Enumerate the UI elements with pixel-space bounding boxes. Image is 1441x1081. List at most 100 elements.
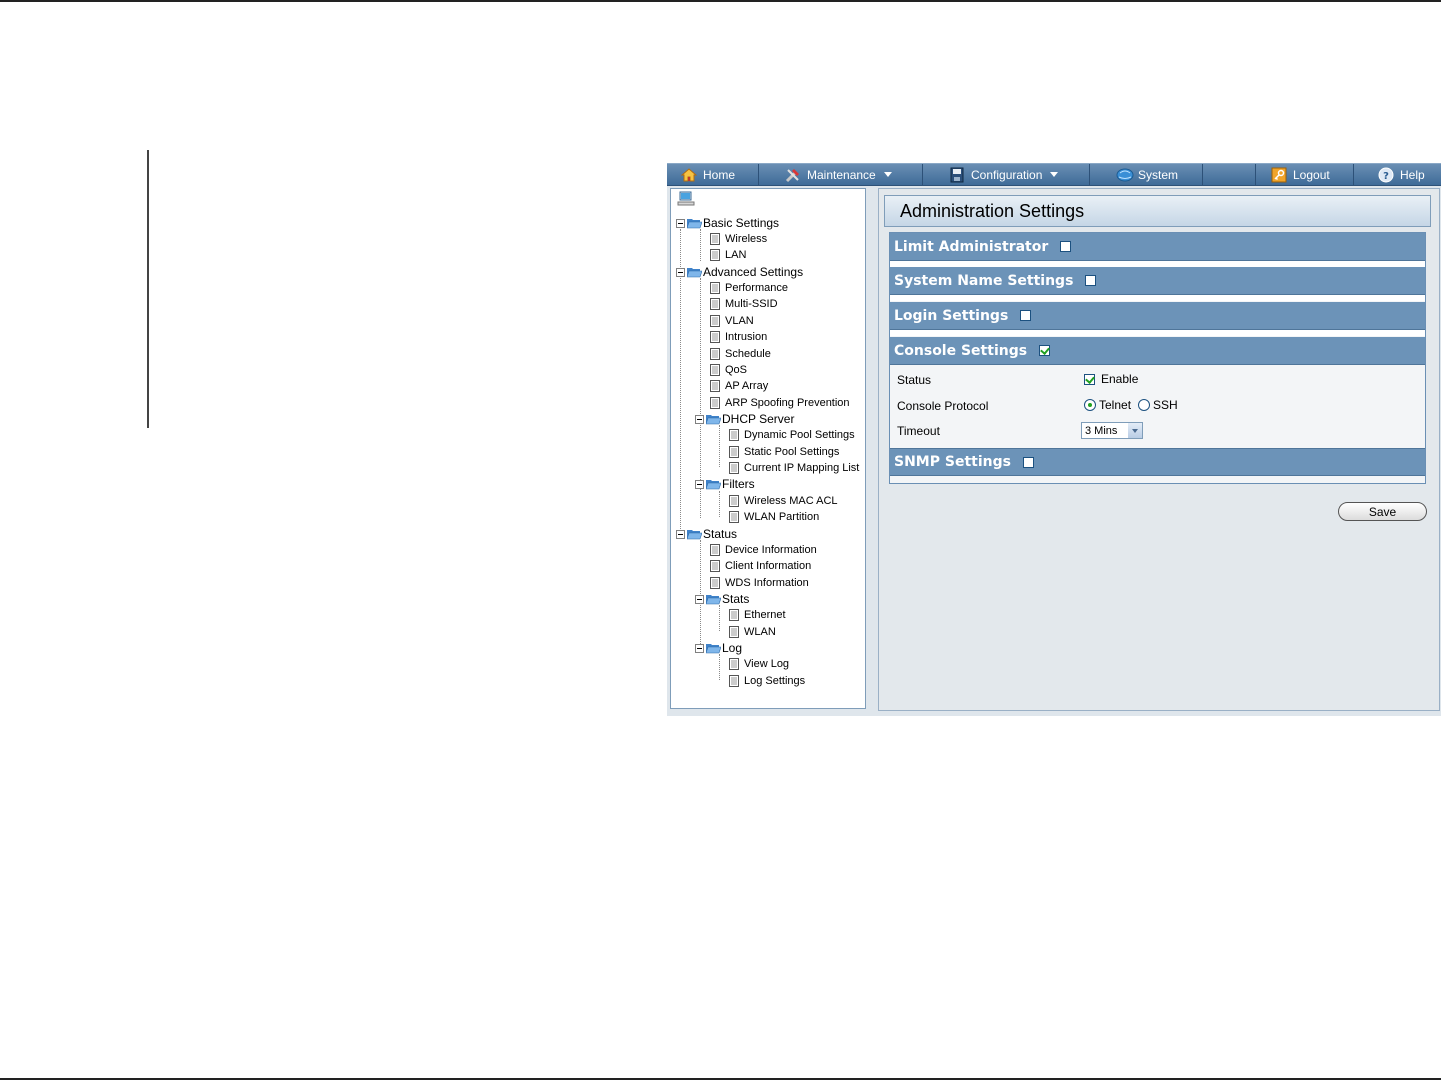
collapse-icon[interactable]: [695, 594, 704, 604]
tree-item-wireless[interactable]: Wireless: [710, 231, 767, 247]
tree-item-wlan-partition[interactable]: WLAN Partition: [729, 509, 819, 525]
page-icon: [710, 364, 720, 376]
menu-system[interactable]: System: [1090, 164, 1203, 185]
tree-root[interactable]: [677, 191, 695, 208]
tree-label: AP Array: [725, 380, 769, 392]
console-status-control: Enable: [1084, 372, 1138, 386]
tree-label: Multi-SSID: [725, 298, 778, 310]
tree-label: Schedule: [725, 348, 771, 360]
tree-label: Stats: [722, 592, 750, 606]
tree-folder-log[interactable]: Log: [695, 640, 742, 656]
console-settings-checkbox[interactable]: [1039, 345, 1051, 356]
tree-label: Wireless MAC ACL: [744, 495, 838, 507]
page-icon: [710, 544, 720, 556]
limit-administrator-checkbox[interactable]: [1060, 241, 1072, 252]
menu-help[interactable]: ? Help: [1354, 164, 1441, 185]
menu-maintenance-label: Maintenance: [807, 167, 876, 182]
page-icon: [729, 429, 739, 441]
page-icon: [729, 446, 739, 458]
page-icon: [729, 626, 739, 638]
tree-item-intrusion[interactable]: Intrusion: [710, 329, 767, 345]
open-folder-icon: [705, 593, 722, 605]
open-folder-icon: [686, 217, 703, 229]
tree-label: Device Information: [725, 544, 817, 556]
page-icon: [710, 315, 720, 327]
svg-text:?: ?: [1383, 171, 1389, 182]
tree-item-wireless-mac-acl[interactable]: Wireless MAC ACL: [729, 493, 838, 509]
section-title: System Name Settings: [894, 272, 1074, 289]
configuration-disk-icon: [949, 167, 965, 183]
help-icon: ?: [1378, 167, 1394, 183]
telnet-radio[interactable]: [1084, 399, 1096, 411]
collapse-icon[interactable]: [676, 218, 685, 228]
save-button[interactable]: Save: [1338, 502, 1427, 521]
tree-label: LAN: [725, 249, 747, 261]
collapse-icon[interactable]: [676, 529, 685, 539]
section-login-settings[interactable]: Login Settings: [890, 302, 1425, 330]
tree-folder-status[interactable]: Status: [676, 526, 737, 542]
tree-label: Performance: [725, 282, 788, 294]
page-icon: [729, 462, 739, 474]
tree-label: Static Pool Settings: [744, 446, 840, 458]
section-snmp-settings[interactable]: SNMP Settings: [890, 448, 1425, 476]
section-console-settings[interactable]: Console Settings: [890, 337, 1425, 365]
section-title: SNMP Settings: [894, 454, 1011, 470]
page-icon: [729, 511, 739, 523]
section-limit-administrator[interactable]: Limit Administrator: [890, 233, 1425, 261]
menu-home[interactable]: Home: [667, 164, 759, 185]
content-area: Administration Settings Limit Administra…: [878, 188, 1440, 711]
timeout-select[interactable]: 3 Mins: [1081, 422, 1143, 439]
tree-label: WLAN Partition: [744, 511, 820, 523]
system-name-settings-checkbox[interactable]: [1085, 275, 1097, 286]
tree-item-wlan[interactable]: WLAN: [729, 624, 776, 640]
open-folder-icon: [686, 266, 703, 278]
collapse-icon[interactable]: [695, 414, 704, 424]
tree-item-multi-ssid[interactable]: Multi-SSID: [710, 296, 778, 312]
section-title: Limit Administrator: [894, 238, 1049, 255]
tree-folder-advanced-settings[interactable]: Advanced Settings: [676, 264, 803, 280]
login-settings-checkbox[interactable]: [1020, 310, 1032, 321]
tree-item-client-information[interactable]: Client Information: [710, 558, 811, 574]
tree-folder-filters[interactable]: Filters: [695, 476, 755, 492]
tree-item-dynamic-pool[interactable]: Dynamic Pool Settings: [729, 427, 855, 443]
tree-folder-stats[interactable]: Stats: [695, 591, 749, 607]
tree-item-wds-information[interactable]: WDS Information: [710, 575, 809, 591]
tree-label: Intrusion: [725, 331, 768, 343]
tree-item-static-pool[interactable]: Static Pool Settings: [729, 444, 839, 460]
tree-item-schedule[interactable]: Schedule: [710, 346, 771, 362]
tree-label: Basic Settings: [703, 216, 780, 230]
tree-label: Filters: [722, 477, 755, 491]
collapse-icon[interactable]: [676, 267, 685, 277]
ssh-radio[interactable]: [1138, 399, 1151, 411]
collapse-icon[interactable]: [695, 643, 704, 653]
tree-item-arp-spoofing[interactable]: ARP Spoofing Prevention: [710, 395, 850, 411]
tree-label: Client Information: [725, 560, 812, 572]
tree-item-qos[interactable]: QoS: [710, 362, 747, 378]
timeout-select-value: 3 Mins: [1085, 424, 1118, 437]
snmp-settings-checkbox[interactable]: [1022, 456, 1034, 468]
tree-item-ip-mapping[interactable]: Current IP Mapping List: [729, 460, 859, 476]
console-status-enable-checkbox[interactable]: [1084, 373, 1095, 385]
page-icon: [710, 577, 720, 589]
tree-item-view-log[interactable]: View Log: [729, 656, 789, 672]
tree-item-vlan[interactable]: VLAN: [710, 313, 754, 329]
tree-item-lan[interactable]: LAN: [710, 247, 746, 263]
navigation-tree: Basic Settings Wireless LAN Advanced Set…: [670, 188, 866, 709]
console-protocol-control: Telnet SSH: [1084, 398, 1178, 412]
open-folder-icon: [686, 528, 703, 540]
tree-item-ap-array[interactable]: AP Array: [710, 378, 768, 394]
menu-logout[interactable]: Logout: [1256, 164, 1354, 185]
page-icon: [710, 249, 720, 261]
page-icon: [710, 348, 720, 360]
menu-configuration[interactable]: Configuration: [923, 164, 1090, 185]
tree-item-ethernet[interactable]: Ethernet: [729, 607, 786, 623]
page-icon: [729, 495, 739, 507]
collapse-icon[interactable]: [695, 479, 704, 489]
menu-maintenance[interactable]: Maintenance: [759, 164, 923, 185]
section-system-name-settings[interactable]: System Name Settings: [890, 267, 1425, 295]
tree-folder-basic-settings[interactable]: Basic Settings: [676, 215, 779, 231]
tree-item-device-information[interactable]: Device Information: [710, 542, 817, 558]
tree-item-performance[interactable]: Performance: [710, 280, 788, 296]
tree-item-log-settings[interactable]: Log Settings: [729, 673, 805, 689]
tree-folder-dhcp-server[interactable]: DHCP Server: [695, 411, 794, 427]
